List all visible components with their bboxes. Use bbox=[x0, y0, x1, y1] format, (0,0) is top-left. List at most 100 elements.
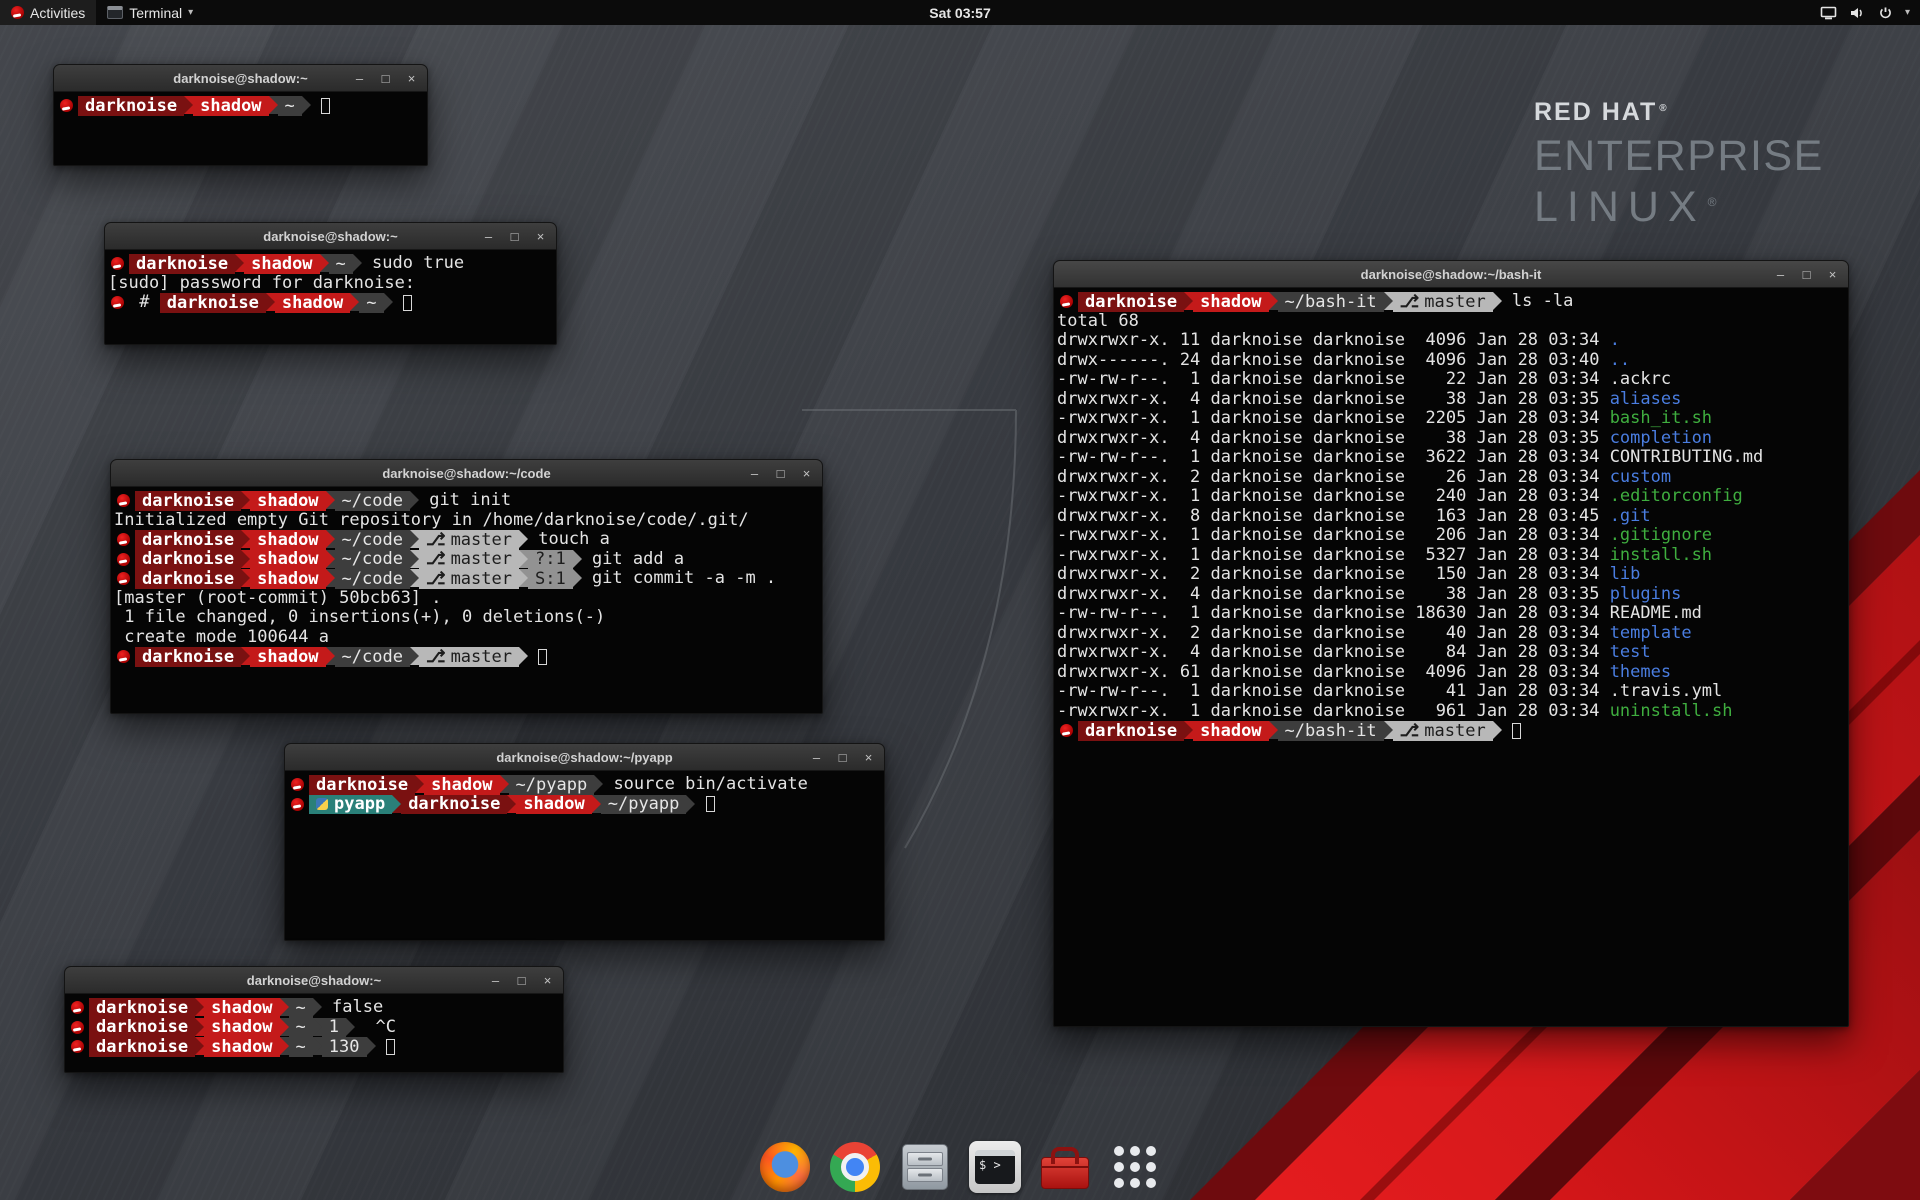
window-titlebar[interactable]: darknoise@shadow:~/code – □ × bbox=[111, 460, 822, 487]
terminal-text: -rwxrwxr-x. 1 darknoise darknoise 240 Ja… bbox=[1057, 487, 1610, 507]
powerline-arrow bbox=[519, 530, 528, 548]
dock-firefox[interactable] bbox=[757, 1139, 813, 1195]
terminal-content[interactable]: darknoiseshadow~/code git initInitialize… bbox=[111, 487, 822, 667]
powerline-arrow bbox=[241, 647, 250, 665]
activities-button[interactable]: Activities bbox=[0, 0, 96, 25]
terminal-text: drwxrwxr-x. 2 darknoise darknoise 150 Ja… bbox=[1057, 565, 1610, 585]
terminal-content[interactable]: darknoiseshadow~ falsedarknoiseshadow~1 … bbox=[65, 994, 563, 1057]
prompt-segment-host: shadow bbox=[250, 491, 325, 511]
powerline-arrow bbox=[1384, 292, 1393, 310]
prompt-segment-host: shadow bbox=[204, 998, 279, 1018]
minimize-button[interactable]: – bbox=[489, 974, 502, 987]
terminal-content[interactable]: darknoiseshadow~/pyapp source bin/activa… bbox=[285, 771, 884, 814]
powerline-arrow bbox=[519, 569, 528, 587]
maximize-button[interactable]: □ bbox=[379, 72, 392, 85]
terminal-text: drwxrwxr-x. 4 darknoise darknoise 38 Jan… bbox=[1057, 429, 1610, 449]
terminal-text bbox=[311, 96, 321, 116]
dock-app-grid[interactable] bbox=[1107, 1139, 1163, 1195]
window-titlebar[interactable]: darknoise@shadow:~ – □ × bbox=[105, 223, 556, 250]
file-name: bash_it.sh bbox=[1610, 409, 1712, 429]
prompt-segment-path: ~ bbox=[289, 1037, 313, 1057]
terminal-line: darknoiseshadow~/code⎇master touch a bbox=[114, 530, 819, 550]
branding-enterprise: ENTERPRISE bbox=[1534, 132, 1824, 181]
dock-terminal[interactable]: $ > bbox=[967, 1139, 1023, 1195]
window-titlebar[interactable]: darknoise@shadow:~/bash-it – □ × bbox=[1054, 261, 1848, 288]
close-button[interactable]: × bbox=[534, 230, 547, 243]
terminal-line: [sudo] password for darknoise: bbox=[108, 274, 553, 294]
minimize-button[interactable]: – bbox=[810, 751, 823, 764]
system-status-area[interactable]: ▾ bbox=[1820, 0, 1920, 25]
dock-chrome[interactable] bbox=[827, 1139, 883, 1195]
terminal-text bbox=[376, 1037, 386, 1057]
terminal-text bbox=[1502, 721, 1512, 741]
close-button[interactable]: × bbox=[541, 974, 554, 987]
prompt-segment-host: shadow bbox=[250, 647, 325, 667]
terminal-content[interactable]: darknoiseshadow~ sudo true[sudo] passwor… bbox=[105, 250, 556, 313]
window-titlebar[interactable]: darknoise@shadow:~ – □ × bbox=[54, 65, 427, 92]
powerline-arrow bbox=[241, 550, 250, 568]
terminal-line: darknoiseshadow~/code⎇master?:1 git add … bbox=[114, 550, 819, 570]
terminal-text: Initialized empty Git repository in /hom… bbox=[114, 511, 749, 531]
powerline-arrow bbox=[686, 795, 695, 813]
display-icon bbox=[1820, 6, 1837, 20]
terminal-content[interactable]: darknoiseshadow~/bash-it⎇master ls -lato… bbox=[1054, 288, 1848, 741]
terminal-text: 1 file changed, 0 insertions(+), 0 delet… bbox=[114, 608, 605, 628]
prompt-segment-user: darknoise bbox=[1078, 721, 1184, 741]
prompt-segment-user: darknoise bbox=[89, 998, 195, 1018]
terminal-content[interactable]: darknoiseshadow~ bbox=[54, 92, 427, 116]
powerline-arrow bbox=[326, 647, 335, 665]
fedora-icon bbox=[291, 798, 304, 811]
terminal-line: drwxrwxr-x. 2 darknoise darknoise 26 Jan… bbox=[1057, 468, 1845, 488]
dock-files[interactable] bbox=[897, 1139, 953, 1195]
close-button[interactable]: × bbox=[862, 751, 875, 764]
minimize-button[interactable]: – bbox=[353, 72, 366, 85]
file-name: plugins bbox=[1610, 585, 1682, 605]
powerline-arrow bbox=[1184, 721, 1193, 739]
maximize-button[interactable]: □ bbox=[1800, 268, 1813, 281]
terminal-cursor bbox=[386, 1039, 395, 1055]
powerline-arrow bbox=[410, 647, 419, 665]
powerline-arrow bbox=[280, 1018, 289, 1036]
maximize-button[interactable]: □ bbox=[836, 751, 849, 764]
minimize-button[interactable]: – bbox=[482, 230, 495, 243]
prompt-segment-host: shadow bbox=[244, 254, 319, 274]
dock-toolbox[interactable] bbox=[1037, 1139, 1093, 1195]
close-button[interactable]: × bbox=[800, 467, 813, 480]
maximize-button[interactable]: □ bbox=[515, 974, 528, 987]
terminal-text: drwxrwxr-x. 8 darknoise darknoise 163 Ja… bbox=[1057, 507, 1610, 527]
clock[interactable]: Sat 03:57 bbox=[929, 5, 990, 21]
app-menu[interactable]: Terminal ▾ bbox=[96, 0, 204, 25]
prompt-segment-user: darknoise bbox=[309, 775, 415, 795]
window-title: darknoise@shadow:~/code bbox=[382, 466, 550, 481]
minimize-button[interactable]: – bbox=[1774, 268, 1787, 281]
terminal-line: darknoiseshadow~ bbox=[57, 96, 424, 116]
terminal-text bbox=[695, 795, 705, 815]
terminal-line: darknoiseshadow~/code⎇master bbox=[114, 647, 819, 667]
terminal-window-bash-it: darknoise@shadow:~/bash-it – □ × darknoi… bbox=[1053, 260, 1849, 1027]
powerline-arrow bbox=[326, 569, 335, 587]
powerline-arrow bbox=[573, 569, 582, 587]
git-branch-icon: ⎇ bbox=[426, 647, 446, 667]
maximize-button[interactable]: □ bbox=[774, 467, 787, 480]
prompt-segment-host: shadow bbox=[250, 550, 325, 570]
powerline-arrow bbox=[1384, 721, 1393, 739]
terminal-line: # darknoiseshadow~ bbox=[108, 293, 553, 313]
window-titlebar[interactable]: darknoise@shadow:~ – □ × bbox=[65, 967, 563, 994]
powerline-arrow bbox=[573, 550, 582, 568]
prompt-segment-host: shadow bbox=[1193, 292, 1268, 312]
terminal-text: -rw-rw-r--. 1 darknoise darknoise 18630 … bbox=[1057, 604, 1610, 624]
chevron-down-icon: ▾ bbox=[188, 7, 193, 18]
terminal-line: drwxrwxr-x. 4 darknoise darknoise 84 Jan… bbox=[1057, 643, 1845, 663]
minimize-button[interactable]: – bbox=[748, 467, 761, 480]
fedora-icon bbox=[117, 533, 130, 546]
powerline-arrow bbox=[195, 998, 204, 1016]
prompt-segment-host: shadow bbox=[275, 293, 350, 313]
powerline-arrow bbox=[519, 550, 528, 568]
maximize-button[interactable]: □ bbox=[508, 230, 521, 243]
prompt-segment-path: ~/pyapp bbox=[601, 795, 687, 815]
prompt-segment-user: darknoise bbox=[135, 530, 241, 550]
window-titlebar[interactable]: darknoise@shadow:~/pyapp – □ × bbox=[285, 744, 884, 771]
close-button[interactable]: × bbox=[1826, 268, 1839, 281]
close-button[interactable]: × bbox=[405, 72, 418, 85]
redhat-logo-icon bbox=[11, 6, 24, 19]
